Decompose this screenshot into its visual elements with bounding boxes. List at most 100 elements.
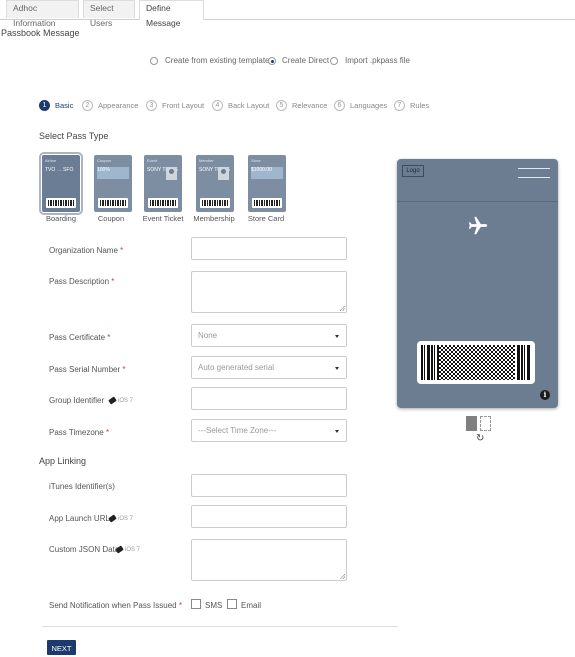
step-number: 2 [85,102,90,109]
avatar-icon [218,167,229,180]
thumbnail-icon [166,167,177,180]
tab-label: Select Users [90,3,114,28]
step-number: 7 [397,102,402,109]
pass-type-text: $1000.00 [251,167,272,173]
resize-handle-icon[interactable] [340,574,345,579]
label-text: Organization Name [49,246,118,255]
chevron-down-icon [335,367,339,370]
required-mark: * [111,277,115,286]
radio-import-pkpass[interactable] [330,57,338,65]
ios-version-tag: iOS 7 [118,398,134,404]
step-label[interactable]: Front Layout [162,101,204,110]
radio-label: Create from existing template [165,56,270,65]
preview-front-toggle[interactable] [466,416,477,431]
step-label[interactable]: Languages [350,101,387,110]
pass-preview: Logo i [397,159,558,408]
pass-description-textarea[interactable] [191,271,347,313]
tab-adhoc-information[interactable]: Adhoc Information [6,0,79,28]
app-linking-title: App Linking [39,456,87,466]
send-notification-label: Send Notification when Pass Issued * [49,601,182,610]
pass-timezone-label: Pass Timezone * [49,428,109,437]
barcode-icon [148,198,178,208]
sms-checkbox[interactable] [191,599,201,609]
pass-type-head: Coupon [97,158,112,163]
next-button[interactable]: NEXT [47,640,76,655]
pass-type-event-ticket[interactable]: Event SONY THING [144,155,182,212]
required-mark: * [105,428,110,437]
step-label[interactable]: Back Layout [228,101,269,110]
pass-type-head: Event [147,158,158,163]
pass-type-store-card[interactable]: Store $1000.00 [248,155,286,212]
header-field-line [518,168,550,169]
required-mark: * [178,601,182,610]
barcode-pattern [439,345,515,380]
step-appearance[interactable]: 2 [82,100,93,111]
label-text: Send Notification when Pass Issued [49,601,177,610]
pass-type-membership[interactable]: Member SONY THING [196,155,234,212]
header-field-line [518,177,550,178]
pass-type-boarding[interactable]: Airline TVO → SFO [39,152,83,215]
airplane-icon [468,216,488,235]
pass-logo: Logo [402,165,424,177]
tab-select-users[interactable]: Select Users [83,0,135,28]
label-text: Pass Description [49,277,110,286]
step-number: 3 [149,102,154,109]
step-rules[interactable]: 7 [394,100,405,111]
label-text: Pass Certificate [49,333,106,342]
tab-define-message[interactable]: Define Message [139,0,204,28]
tab-label: Adhoc Information [13,3,56,28]
flip-icon[interactable]: ↻ [476,433,484,444]
page-title: Passbook Message [1,28,80,38]
pass-serial-number-label: Pass Serial Number * [49,365,126,374]
pass-barcode [417,341,535,384]
label-text: Pass Timezone [49,428,104,437]
label-text: Pass Serial Number [49,365,121,374]
step-front-layout[interactable]: 3 [146,100,157,111]
select-pass-type-title: Select Pass Type [39,131,109,141]
radio-label: Import .pkpass file [345,56,410,65]
step-back-layout[interactable]: 4 [212,100,223,111]
pass-certificate-select[interactable]: None [191,324,347,347]
itunes-identifier-input[interactable] [191,474,347,497]
resize-handle-icon[interactable] [340,306,345,311]
radio-existing-template[interactable] [150,57,158,65]
step-number: 5 [279,102,284,109]
radio-label: Create Direct [282,56,330,65]
pass-type-label: Coupon [97,214,125,223]
step-languages[interactable]: 6 [334,100,345,111]
radio-create-direct[interactable] [268,57,276,65]
itunes-identifier-label: iTunes Identifier(s) [49,482,115,491]
step-basic[interactable]: 1 [39,100,50,111]
info-icon[interactable]: i [540,390,550,400]
ios-version-tag: iOS 7 [125,547,141,553]
pass-type-label: Event Ticket [142,214,184,223]
divider [42,626,398,627]
required-mark: * [120,246,124,255]
pass-type-coupon[interactable]: Coupon 100% [94,155,132,212]
step-relevance[interactable]: 5 [276,100,287,111]
required-mark: * [107,333,111,342]
app-launch-url-input[interactable] [191,505,347,528]
email-checkbox[interactable] [227,599,237,609]
app-launch-url-label: App Launch URL [49,514,110,523]
pass-certificate-label: Pass Certificate * [49,333,110,342]
select-value: Auto generated serial [198,363,275,372]
pass-description-label: Pass Description * [49,277,114,286]
preview-back-toggle[interactable] [480,416,491,431]
tab-bar: Adhoc Information Select Users Define Me… [0,0,575,28]
custom-json-textarea[interactable] [191,539,347,581]
barcode-icon [98,198,128,208]
step-label[interactable]: Basic [55,101,73,110]
organization-name-input[interactable] [191,237,347,260]
barcode-icon [252,198,282,208]
step-label[interactable]: Relevance [292,101,327,110]
pass-timezone-select[interactable]: ---Select Time Zone--- [191,419,347,442]
sms-label: SMS [205,601,223,610]
pass-type-head: Member [199,158,214,163]
step-label[interactable]: Appearance [98,101,138,110]
step-number: 1 [42,102,47,109]
pass-serial-number-select[interactable]: Auto generated serial [191,356,347,379]
chevron-down-icon [335,430,339,433]
step-label[interactable]: Rules [410,101,429,110]
group-identifier-input[interactable] [191,387,347,410]
